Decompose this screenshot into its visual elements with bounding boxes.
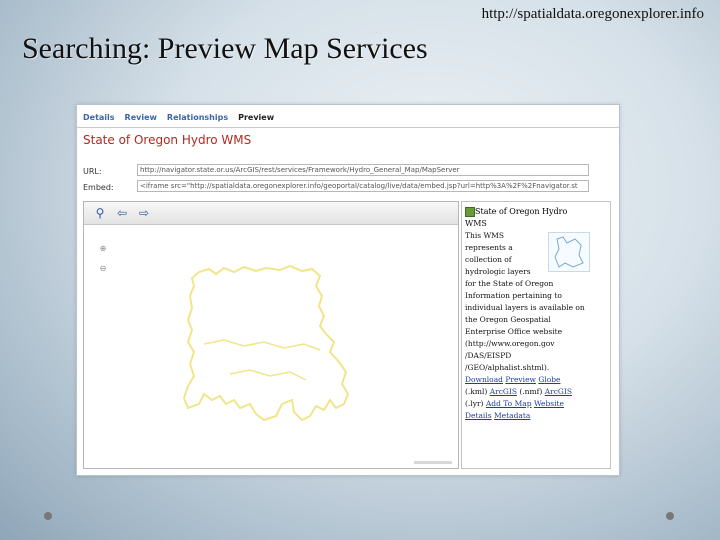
details-link[interactable]: Details — [465, 411, 492, 420]
kml-label: (.kml) — [465, 387, 488, 396]
globe-link[interactable]: Globe — [538, 375, 560, 384]
service-info-panel: State of Oregon Hydro WMS This WMS repre… — [461, 201, 611, 469]
info-text-line: collection of — [465, 255, 512, 264]
add-to-map-link[interactable]: Add To Map — [486, 399, 532, 408]
geoportal-screenshot: Details Review Relationships Preview Sta… — [76, 104, 620, 476]
forward-arrow-icon[interactable]: ⇨ — [136, 205, 152, 221]
detail-tabs: Details Review Relationships Preview — [83, 113, 274, 127]
info-text-line: the Oregon Geospatial — [465, 315, 551, 324]
service-title: State of Oregon Hydro WMS — [83, 133, 252, 147]
source-url: http://spatialdata.oregonexplorer.info — [481, 6, 704, 22]
info-text-line: for the State of Oregon — [465, 279, 554, 288]
preview-link[interactable]: Preview — [505, 375, 536, 384]
map-thumbnail — [548, 232, 590, 272]
tab-preview[interactable]: Preview — [238, 113, 274, 127]
url-label: URL: — [83, 167, 102, 176]
oregon-hydro-map — [182, 264, 350, 422]
info-text-line: Information pertaining to — [465, 291, 562, 300]
info-text-line: (http://www.oregon.gov — [465, 339, 555, 348]
basin-boundary — [203, 339, 321, 381]
arcgis-link[interactable]: ArcGIS — [490, 387, 517, 396]
info-text-line: Enterprise Office website — [465, 327, 563, 336]
lyr-label: (.lyr) — [465, 399, 484, 408]
embed-field[interactable] — [137, 180, 589, 192]
info-title: State of Oregon Hydro — [475, 207, 568, 216]
map-scrollbar[interactable] — [414, 461, 452, 464]
download-link[interactable]: Download — [465, 375, 503, 384]
tab-relationships[interactable]: Relationships — [167, 113, 228, 127]
links-row: (.kml) ArcGIS (.nmf) ArcGIS — [465, 386, 572, 398]
website-link[interactable]: Website — [534, 399, 564, 408]
links-row: Download Preview Globe — [465, 374, 560, 386]
map-toolbar: ⚲ ⇦ ⇨ — [84, 202, 458, 225]
embed-label: Embed: — [83, 183, 114, 192]
info-text-line: /DAS/EISPD — [465, 351, 512, 360]
map-viewer[interactable]: ⚲ ⇦ ⇨ ⊕ ⊖ — [83, 201, 459, 469]
metadata-link[interactable]: Metadata — [494, 411, 530, 420]
slide-title: Searching: Preview Map Services — [22, 32, 428, 65]
info-text-line: represents a — [465, 243, 513, 252]
back-arrow-icon[interactable]: ⇦ — [114, 205, 130, 221]
service-icon — [465, 207, 475, 217]
info-text-line: individual layers is available on — [465, 303, 585, 312]
slide-bullet-dot — [44, 512, 52, 520]
tab-review[interactable]: Review — [125, 113, 157, 127]
tab-details[interactable]: Details — [83, 113, 115, 127]
info-text-line: /GEO/alphalist.shtml). — [465, 363, 550, 372]
url-field[interactable] — [137, 164, 589, 176]
slide-bullet-dot — [666, 512, 674, 520]
links-row: (.lyr) Add To Map Website — [465, 398, 564, 410]
links-row: Details Metadata — [465, 410, 530, 422]
nmf-label: (.nmf) — [519, 387, 543, 396]
arcgis-link-2[interactable]: ArcGIS — [545, 387, 572, 396]
info-text-line: hydrologic layers — [465, 267, 531, 276]
tab-divider — [77, 127, 619, 128]
map-info-icon[interactable]: ⚲ — [92, 205, 108, 221]
info-title-continued: WMS — [465, 219, 487, 228]
info-text-line: This WMS — [465, 231, 504, 240]
